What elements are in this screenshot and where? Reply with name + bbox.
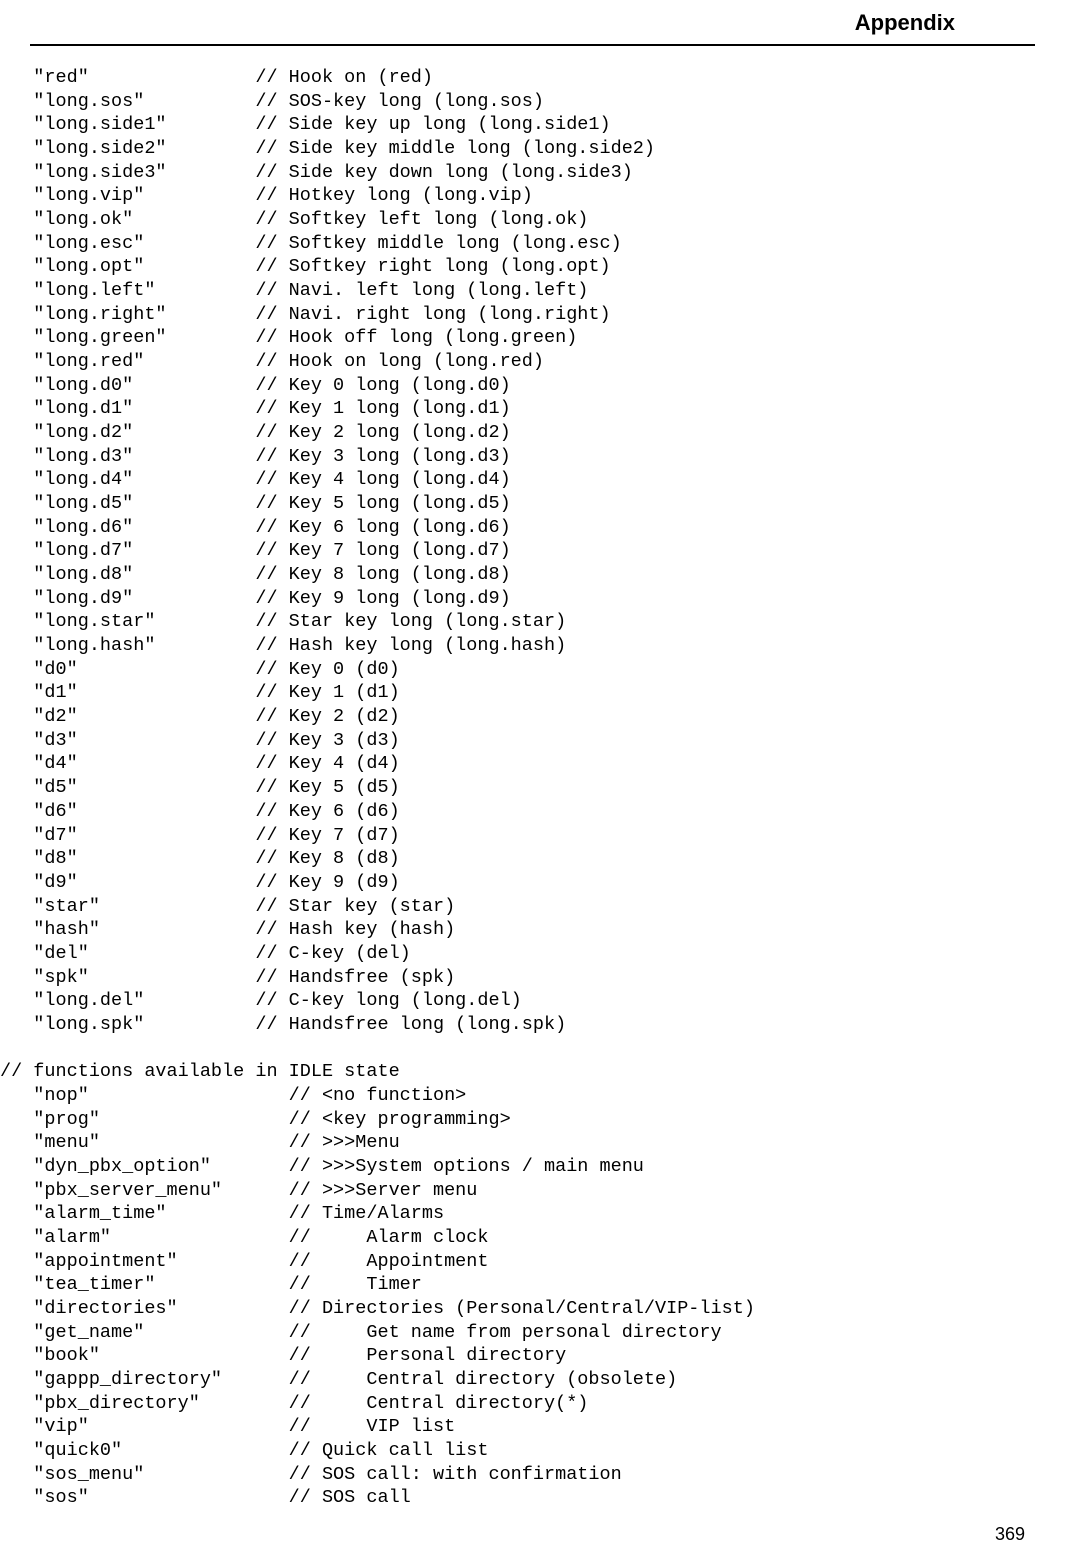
key-line: "long.green" // Hook off long (long.gree… xyxy=(0,326,1065,350)
key-line: "d8" // Key 8 (d8) xyxy=(0,847,1065,871)
page-header: Appendix xyxy=(30,0,1035,46)
key-line: "d9" // Key 9 (d9) xyxy=(0,871,1065,895)
function-line: "vip" // VIP list xyxy=(0,1415,1065,1439)
key-line: "d3" // Key 3 (d3) xyxy=(0,729,1065,753)
key-line: "d1" // Key 1 (d1) xyxy=(0,681,1065,705)
key-line: "long.d9" // Key 9 long (long.d9) xyxy=(0,587,1065,611)
key-line: "long.d4" // Key 4 long (long.d4) xyxy=(0,468,1065,492)
function-line: "nop" // <no function> xyxy=(0,1084,1065,1108)
key-line: "star" // Star key (star) xyxy=(0,895,1065,919)
key-line: "long.hash" // Hash key long (long.hash) xyxy=(0,634,1065,658)
function-line: "dyn_pbx_option" // >>>System options / … xyxy=(0,1155,1065,1179)
key-line: "long.d0" // Key 0 long (long.d0) xyxy=(0,374,1065,398)
function-line: "pbx_server_menu" // >>>Server menu xyxy=(0,1179,1065,1203)
code-listing: "red" // Hook on (red) "long.sos" // SOS… xyxy=(0,46,1065,1510)
key-line: "d0" // Key 0 (d0) xyxy=(0,658,1065,682)
blank-line xyxy=(0,1037,1065,1061)
key-line: "long.star" // Star key long (long.star) xyxy=(0,610,1065,634)
key-line: "long.d5" // Key 5 long (long.d5) xyxy=(0,492,1065,516)
function-line: "menu" // >>>Menu xyxy=(0,1131,1065,1155)
function-line: "alarm" // Alarm clock xyxy=(0,1226,1065,1250)
key-line: "d2" // Key 2 (d2) xyxy=(0,705,1065,729)
function-line: "sos_menu" // SOS call: with confirmatio… xyxy=(0,1463,1065,1487)
function-line: "prog" // <key programming> xyxy=(0,1108,1065,1132)
key-line: "long.vip" // Hotkey long (long.vip) xyxy=(0,184,1065,208)
function-line: "tea_timer" // Timer xyxy=(0,1273,1065,1297)
key-line: "long.left" // Navi. left long (long.lef… xyxy=(0,279,1065,303)
key-line: "long.d2" // Key 2 long (long.d2) xyxy=(0,421,1065,445)
key-line: "long.red" // Hook on long (long.red) xyxy=(0,350,1065,374)
header-title: Appendix xyxy=(855,10,955,35)
key-line: "long.side3" // Side key down long (long… xyxy=(0,161,1065,185)
function-line: "sos" // SOS call xyxy=(0,1486,1065,1510)
key-line: "long.right" // Navi. right long (long.r… xyxy=(0,303,1065,327)
key-line: "d7" // Key 7 (d7) xyxy=(0,824,1065,848)
function-line: "gappp_directory" // Central directory (… xyxy=(0,1368,1065,1392)
page-footer: 369 xyxy=(995,1524,1025,1545)
function-line: "get_name" // Get name from personal dir… xyxy=(0,1321,1065,1345)
key-line: "hash" // Hash key (hash) xyxy=(0,918,1065,942)
key-line: "long.d3" // Key 3 long (long.d3) xyxy=(0,445,1065,469)
key-line: "long.sos" // SOS-key long (long.sos) xyxy=(0,90,1065,114)
function-line: "pbx_directory" // Central directory(*) xyxy=(0,1392,1065,1416)
key-line: "long.d8" // Key 8 long (long.d8) xyxy=(0,563,1065,587)
key-line: "d4" // Key 4 (d4) xyxy=(0,752,1065,776)
key-line: "long.esc" // Softkey middle long (long.… xyxy=(0,232,1065,256)
key-line: "long.d1" // Key 1 long (long.d1) xyxy=(0,397,1065,421)
key-line: "d6" // Key 6 (d6) xyxy=(0,800,1065,824)
function-line: "directories" // Directories (Personal/C… xyxy=(0,1297,1065,1321)
page-number: 369 xyxy=(995,1524,1025,1544)
key-line: "d5" // Key 5 (d5) xyxy=(0,776,1065,800)
key-line: "del" // C-key (del) xyxy=(0,942,1065,966)
key-line: "long.d7" // Key 7 long (long.d7) xyxy=(0,539,1065,563)
section-comment: // functions available in IDLE state xyxy=(0,1060,1065,1084)
key-line: "long.del" // C-key long (long.del) xyxy=(0,989,1065,1013)
key-line: "long.side2" // Side key middle long (lo… xyxy=(0,137,1065,161)
function-line: "alarm_time" // Time/Alarms xyxy=(0,1202,1065,1226)
function-line: "appointment" // Appointment xyxy=(0,1250,1065,1274)
key-line: "long.opt" // Softkey right long (long.o… xyxy=(0,255,1065,279)
function-line: "quick0" // Quick call list xyxy=(0,1439,1065,1463)
key-line: "red" // Hook on (red) xyxy=(0,66,1065,90)
key-line: "long.spk" // Handsfree long (long.spk) xyxy=(0,1013,1065,1037)
key-line: "long.side1" // Side key up long (long.s… xyxy=(0,113,1065,137)
key-line: "spk" // Handsfree (spk) xyxy=(0,966,1065,990)
key-line: "long.ok" // Softkey left long (long.ok) xyxy=(0,208,1065,232)
function-line: "book" // Personal directory xyxy=(0,1344,1065,1368)
key-line: "long.d6" // Key 6 long (long.d6) xyxy=(0,516,1065,540)
